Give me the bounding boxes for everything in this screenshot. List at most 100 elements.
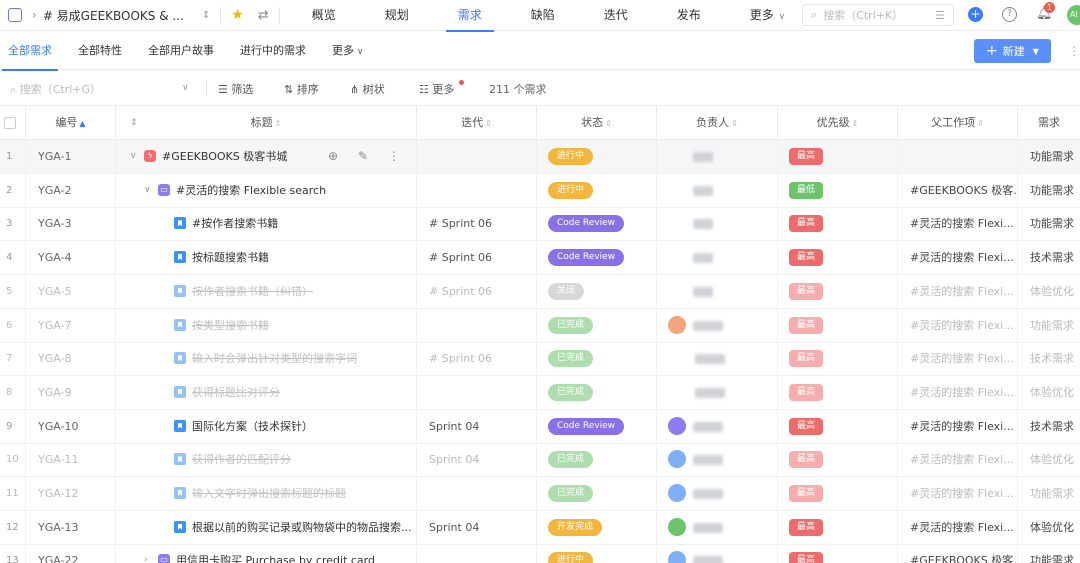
row-iteration[interactable] xyxy=(417,308,537,342)
priority-badge[interactable]: 最高 xyxy=(789,417,824,435)
new-button[interactable]: + 新建 ▼ xyxy=(974,39,1051,63)
row-title-cell[interactable]: ∨ ▭ #灵活的搜索 Flexible search xyxy=(116,173,417,207)
column-header-type[interactable]: 需求 xyxy=(1018,106,1080,140)
table-row[interactable]: 9 YGA-10 国际化方案（技术探针） Sprint 04 Code Review 最高… xyxy=(0,409,1080,444)
tab-defects[interactable]: 缺陷 xyxy=(531,0,555,31)
row-type[interactable]: 体验优化 xyxy=(1018,511,1080,544)
row-type[interactable]: 功能需求 xyxy=(1018,207,1080,240)
status-badge[interactable]: 已完成 xyxy=(548,485,594,502)
table-row[interactable]: 2 YGA-2 ∨ ▭ #灵活的搜索 Flexible search 进行中 最低 #GEEK… xyxy=(0,173,1080,208)
avatar[interactable] xyxy=(668,484,686,502)
row-title[interactable]: #按作者搜索书籍 xyxy=(192,207,278,240)
row-owner-cell[interactable] xyxy=(657,241,778,275)
tab-more[interactable]: 更多 ∨ xyxy=(750,0,785,31)
priority-badge[interactable]: 最高 xyxy=(789,148,824,165)
row-id[interactable]: YGA-1 xyxy=(26,140,116,173)
star-icon[interactable]: ★ xyxy=(231,7,244,23)
row-iteration[interactable]: # Sprint 06 xyxy=(417,274,537,308)
priority-badge[interactable]: 最低 xyxy=(789,181,824,199)
row-status-cell[interactable]: Code Review xyxy=(537,409,657,443)
row-priority-cell[interactable]: 最高 xyxy=(778,274,898,308)
view-tab-in-progress[interactable]: 进行中的需求 xyxy=(240,32,306,70)
row-parent[interactable]: #灵活的搜索 Flexi... xyxy=(898,510,1018,544)
avatar[interactable] xyxy=(668,416,686,435)
row-title-cell[interactable]: ∨ ϟ #GEEKBOOKS 极客书城 ⊕ ✎ ⋮ xyxy=(116,140,417,173)
row-owner-cell[interactable] xyxy=(657,274,778,308)
row-priority-cell[interactable]: 最高 xyxy=(778,443,898,477)
row-parent[interactable]: #GEEKBOOKS 极客... xyxy=(898,173,1018,207)
more-options-icon[interactable]: ⋮ xyxy=(1068,44,1080,58)
row-iteration[interactable] xyxy=(417,173,537,207)
column-header-iteration[interactable]: 迭代 ⇕ xyxy=(417,106,537,140)
row-priority-cell[interactable]: 最高 xyxy=(778,342,898,376)
row-title-cell[interactable]: › ▭ 用信用卡购买 Purchase by credit card xyxy=(116,544,417,563)
expand-toggle-icon[interactable]: ∨ xyxy=(144,174,151,207)
swap-icon[interactable]: ⇄ xyxy=(258,8,269,23)
row-status-cell[interactable]: 已完成 xyxy=(537,342,657,376)
add-icon[interactable]: + xyxy=(968,7,983,22)
row-priority-cell[interactable]: 最高 xyxy=(778,409,898,443)
row-parent[interactable]: #灵活的搜索 Flexi... xyxy=(898,409,1018,443)
row-iteration[interactable]: # Sprint 06 xyxy=(417,207,537,241)
view-tab-more[interactable]: 更多 ∨ xyxy=(332,32,363,70)
row-parent[interactable]: #灵活的搜索 Flexi... xyxy=(898,308,1018,342)
status-badge[interactable]: 进行中 xyxy=(548,148,594,165)
status-badge[interactable]: Code Review xyxy=(548,249,625,267)
row-priority-cell[interactable]: 最高 xyxy=(778,207,898,241)
project-switch-icon[interactable]: ⇕ xyxy=(202,10,210,21)
row-title[interactable]: 输入时会弹出针对类型的搜索字词 xyxy=(192,342,357,375)
row-iteration[interactable]: Sprint 04 xyxy=(417,510,537,544)
row-status-cell[interactable]: 已完成 xyxy=(537,477,657,510)
row-status-cell[interactable]: 已完成 xyxy=(537,443,657,477)
table-row[interactable]: 6 YGA-7 按类型搜索书籍 已完成 最高 #灵活的搜索 Flexi... 功能需求 xyxy=(0,308,1080,343)
row-parent[interactable]: #灵活的搜索 Flexi... xyxy=(898,274,1018,308)
view-tab-all-features[interactable]: 全部特性 xyxy=(78,32,122,70)
row-id[interactable]: YGA-11 xyxy=(26,443,116,477)
avatar[interactable] xyxy=(668,551,686,563)
row-type[interactable]: 技术需求 xyxy=(1018,410,1080,443)
row-type[interactable]: 体验优化 xyxy=(1018,275,1080,308)
expand-toggle-icon[interactable]: › xyxy=(144,544,148,563)
row-iteration[interactable] xyxy=(417,140,537,173)
row-title-cell[interactable]: 按作者搜索书籍（纠错） xyxy=(116,274,417,308)
row-owner-cell[interactable] xyxy=(657,140,778,173)
table-row[interactable]: 8 YGA-9 获得标题比对评分 已完成 最高 #灵活的搜索 Flexi... 体验优化 xyxy=(0,375,1080,410)
row-title-cell[interactable]: 获得标题比对评分 xyxy=(116,375,417,409)
row-title[interactable]: 根据以前的购买记录或购物袋中的物品搜索... xyxy=(192,511,412,544)
row-title-cell[interactable]: 获得作者的匹配评分 xyxy=(116,443,417,477)
row-more-icon[interactable]: ⋮ xyxy=(388,140,400,173)
row-iteration[interactable] xyxy=(417,477,537,510)
row-priority-cell[interactable]: 最低 xyxy=(778,173,898,207)
filter-button[interactable]: ☰ 筛选 xyxy=(218,81,253,97)
priority-badge[interactable]: 最高 xyxy=(789,316,824,334)
tree-view-button[interactable]: ⋔ 树状 xyxy=(350,81,385,97)
row-status-cell[interactable]: 开发完成 xyxy=(537,510,657,544)
row-owner-cell[interactable] xyxy=(657,308,778,342)
table-row[interactable]: 7 YGA-8 输入时会弹出针对类型的搜索字词 # Sprint 06 已完成 最高 #灵活… xyxy=(0,342,1080,377)
status-badge[interactable]: Code Review xyxy=(548,417,625,435)
more-toolbar-button[interactable]: ☷ 更多 xyxy=(419,81,454,97)
status-badge[interactable]: 已完成 xyxy=(548,451,594,469)
priority-badge[interactable]: 最高 xyxy=(789,350,824,368)
row-id[interactable]: YGA-8 xyxy=(26,342,116,376)
row-parent[interactable] xyxy=(898,140,1018,173)
row-parent[interactable]: #灵活的搜索 Flexi... xyxy=(898,241,1018,275)
row-title[interactable]: 国际化方案（技术探针） xyxy=(192,410,313,443)
row-iteration[interactable]: Sprint 04 xyxy=(417,409,537,443)
row-id[interactable]: YGA-9 xyxy=(26,375,116,409)
priority-badge[interactable]: 最高 xyxy=(789,282,824,300)
row-priority-cell[interactable]: 最高 xyxy=(778,510,898,544)
tab-overview[interactable]: 概览 xyxy=(312,0,336,31)
status-badge[interactable]: 进行中 xyxy=(548,181,594,199)
row-priority-cell[interactable]: 最高 xyxy=(778,140,898,173)
table-row[interactable]: 3 YGA-3 #按作者搜索书籍 # Sprint 06 Code Review 最高 #灵… xyxy=(0,207,1080,242)
view-tab-all-user-stories[interactable]: 全部用户故事 xyxy=(148,32,214,70)
row-status-cell[interactable]: 已完成 xyxy=(537,375,657,409)
tab-releases[interactable]: 发布 xyxy=(677,0,701,31)
row-parent[interactable]: #灵活的搜索 Flexi... xyxy=(898,375,1018,409)
row-status-cell[interactable]: Code Review xyxy=(537,207,657,241)
expand-toggle-icon[interactable]: ∨ xyxy=(130,140,137,173)
row-owner-cell[interactable] xyxy=(657,409,778,443)
table-row[interactable]: 11 YGA-12 输入文字时弹出搜索标题的标题 已完成 最高 #灵活的搜索 Flexi.… xyxy=(0,477,1080,511)
table-row[interactable]: 12 YGA-13 根据以前的购买记录或购物袋中的物品搜索... Sprint 04 开… xyxy=(0,510,1080,545)
